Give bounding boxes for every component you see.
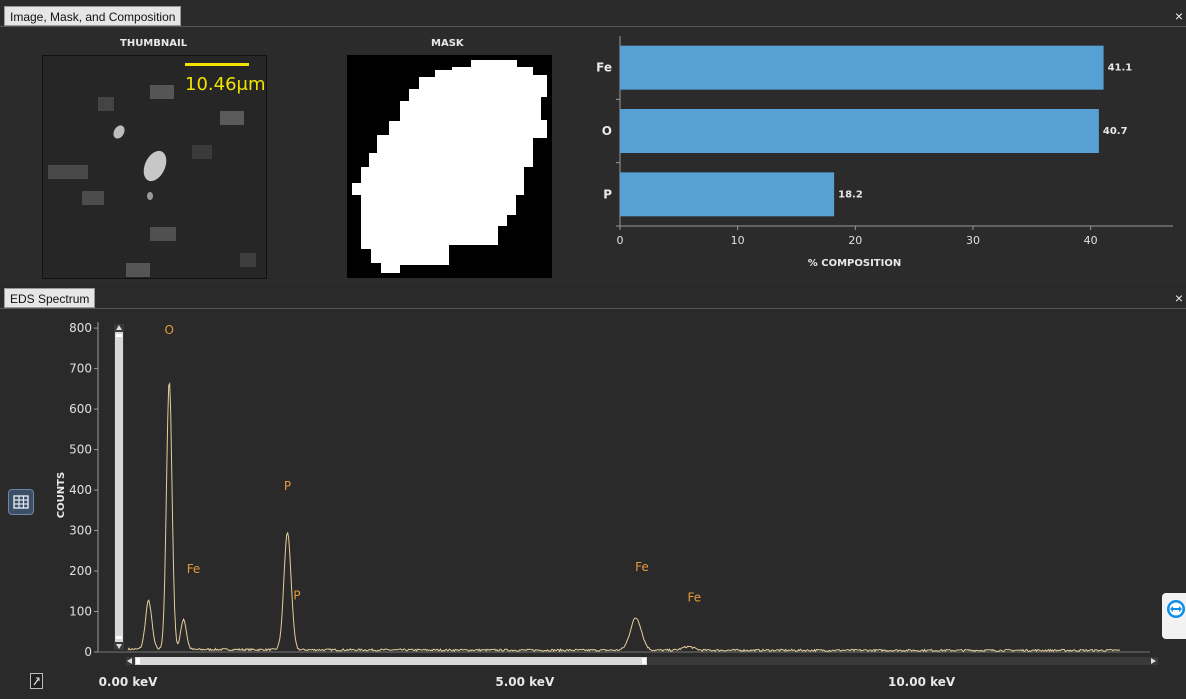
x-tick-label: 10.00 keV — [888, 675, 956, 689]
close-icon[interactable]: × — [1173, 9, 1185, 23]
thumbnail-image: 10.46μm — [42, 55, 267, 279]
peak-label-fe: Fe — [687, 590, 701, 604]
peak-label-o: O — [165, 323, 174, 337]
thumbnail-title: THUMBNAIL — [120, 38, 188, 49]
tab-eds-spectrum[interactable]: EDS Spectrum — [4, 288, 96, 308]
bar — [620, 109, 1099, 153]
category-label: P — [603, 187, 612, 201]
mask-image — [347, 55, 552, 278]
x-tick-label: 40 — [1084, 234, 1098, 247]
tab-divider — [0, 308, 1186, 309]
bar — [620, 172, 835, 217]
scale-bar-label: 10.46μm — [185, 74, 266, 95]
peak-label-p: P — [284, 479, 291, 493]
tab-divider — [0, 26, 1186, 27]
peak-label-p: P — [293, 588, 300, 602]
y-tick-label: 800 — [69, 321, 92, 335]
x-tick-label: 0 — [617, 234, 624, 247]
x-tick-label: 0.00 keV — [99, 675, 159, 689]
x-tick-label: 10 — [731, 234, 745, 247]
remote-support-button[interactable] — [1162, 593, 1186, 639]
y-tick-label: 700 — [69, 362, 92, 376]
data-label: 41.1 — [1108, 63, 1133, 74]
y-tick-label: 300 — [69, 524, 92, 538]
table-view-button[interactable] — [8, 489, 34, 515]
y-axis-label: COUNTS — [56, 472, 67, 518]
bar — [620, 45, 1104, 90]
eds-spectrum-chart: 0 100 200 300 400 500 600 700 800 COUNTS 0.00 keV 5… — [56, 321, 1150, 689]
x-axis-label: % COMPOSITION — [808, 258, 901, 269]
teamviewer-icon — [1167, 600, 1185, 618]
data-label: 18.2 — [838, 189, 863, 200]
x-tick-label: 5.00 keV — [495, 675, 555, 689]
table-icon — [13, 495, 29, 509]
x-tick-label: 20 — [848, 234, 862, 247]
category-label: O — [602, 124, 612, 138]
composition-chart: Fe 41.1 O 40.7 P 18.2 0 10 20 30 40 % COMPOSITION — [596, 36, 1173, 269]
y-tick-label: 0 — [84, 645, 92, 659]
y-tick-label: 400 — [69, 483, 92, 497]
spectrum-line — [127, 381, 1121, 653]
tab-image-mask-composition[interactable]: Image, Mask, and Composition — [4, 6, 182, 26]
mask-title: MASK — [431, 38, 464, 49]
y-tick-label: 600 — [69, 402, 92, 416]
x-tick-label: 30 — [966, 234, 980, 247]
peak-label-fe: Fe — [635, 560, 649, 574]
peak-label-fe: Fe — [187, 562, 201, 576]
y-tick-label: 500 — [69, 443, 92, 457]
data-label: 40.7 — [1103, 126, 1128, 137]
scale-bar — [185, 63, 249, 66]
close-icon[interactable]: × — [1173, 291, 1185, 305]
category-label: Fe — [596, 61, 612, 75]
y-tick-label: 200 — [69, 564, 92, 578]
y-tick-label: 100 — [69, 605, 92, 619]
